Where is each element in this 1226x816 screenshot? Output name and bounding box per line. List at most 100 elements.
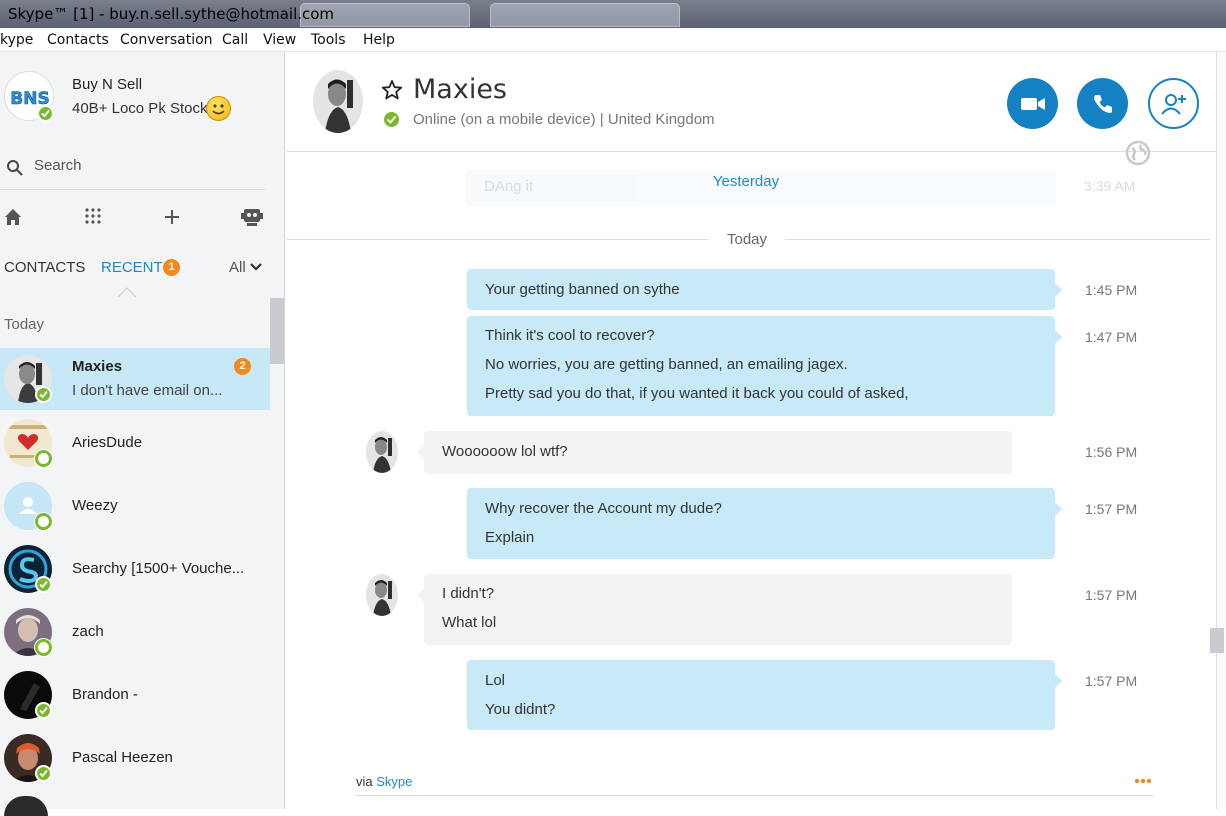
message-text: Explain (485, 529, 535, 546)
message-text: I didn't? (442, 585, 495, 602)
via-skype-link[interactable]: Skype (376, 774, 412, 789)
conversation-title: Maxies (413, 74, 507, 105)
unread-count-badge: 2 (234, 358, 251, 375)
message-bubble-outgoing[interactable]: Your getting banned on sythe (467, 269, 1062, 310)
background-tab (490, 3, 680, 27)
recent-count-badge: 1 (163, 259, 180, 276)
message-text: Lol (485, 672, 506, 689)
message-timestamp: 1:57 PM (1085, 501, 1138, 517)
add-icon[interactable] (161, 206, 185, 230)
message-timestamp: 1:45 PM (1085, 282, 1138, 298)
profile-mood[interactable]: 40B+ Loco Pk Stock (72, 100, 208, 117)
menu-tools[interactable]: Tools (311, 32, 346, 48)
online-status-icon (35, 765, 52, 782)
ghost-message-time: 3:39 AM (1084, 178, 1136, 194)
bot-icon[interactable] (240, 206, 264, 230)
online-status-icon (35, 576, 52, 593)
window-title-bar: Skype™ [1] - buy.n.sell.sythe@hotmail.co… (0, 0, 1226, 28)
scrollbar-track[interactable] (1216, 52, 1226, 809)
message-bubble-incoming[interactable]: I didn't? What lol (417, 574, 1012, 645)
message-text: What lol (442, 614, 497, 631)
contact-item-maxies[interactable]: Maxies I don't have email on... 2 (0, 348, 270, 410)
message-timestamp: 1:57 PM (1085, 587, 1138, 603)
ghost-message-text: DAng it (484, 178, 534, 195)
conversation-scrollbar-thumb[interactable] (1210, 628, 1224, 653)
search-input[interactable]: Search (34, 157, 82, 174)
smiley-emoticon-icon (206, 96, 231, 121)
contact-item-brandon[interactable]: Brandon - (0, 664, 270, 726)
search-box[interactable]: Search (0, 152, 265, 190)
menu-call[interactable]: Call (222, 32, 248, 48)
contact-name: Brandon - (72, 686, 138, 703)
contact-last-message: I don't have email on... (72, 382, 223, 399)
filter-dropdown[interactable]: All (229, 259, 262, 276)
contact-item-zach[interactable]: zach (0, 601, 270, 663)
home-icon[interactable] (2, 206, 26, 230)
online-status-icon (35, 702, 52, 719)
contact-name: Weezy (72, 497, 118, 514)
date-separator-yesterday: Yesterday (712, 173, 780, 190)
section-header-today: Today (4, 316, 45, 333)
menu-view[interactable]: View (263, 32, 296, 48)
message-text: No worries, you are getting banned, an e… (485, 356, 848, 373)
window-title: Skype™ [1] - buy.n.sell.sythe@hotmail.co… (8, 5, 335, 23)
tab-contacts[interactable]: CONTACTS (4, 259, 85, 276)
audio-call-button[interactable] (1077, 78, 1128, 129)
message-text: Pretty sad you do that, if you wanted it… (485, 385, 909, 402)
conversation-pane: Maxies Online (on a mobile device) | Uni… (286, 52, 1226, 809)
contact-name: AriesDude (72, 434, 143, 451)
message-text: You didnt? (485, 701, 556, 718)
contact-name: Pascal Heezen (72, 749, 173, 766)
message-text: Think it's cool to recover? (485, 327, 655, 344)
contact-name: Searchy [1500+ Vouche... (72, 560, 245, 577)
message-bubble-outgoing[interactable]: Lol You didnt? (467, 660, 1062, 730)
chevron-down-icon (250, 263, 262, 271)
globe-icon[interactable] (1124, 139, 1152, 167)
message-text: Woooooow lol wtf? (442, 443, 568, 460)
via-prefix: via (356, 774, 373, 789)
add-person-icon (1160, 93, 1186, 115)
away-status-icon (35, 450, 52, 467)
sender-avatar[interactable] (366, 431, 398, 473)
menu-conversation[interactable]: Conversation (120, 32, 213, 48)
conversation-header: Maxies Online (on a mobile device) | Uni… (286, 52, 1216, 152)
away-status-icon (35, 513, 52, 530)
contact-list-scrollbar[interactable] (270, 298, 284, 364)
message-bubble-incoming[interactable]: Woooooow lol wtf? (417, 431, 1012, 474)
message-timestamp: 1:47 PM (1085, 329, 1138, 345)
menu-bar: kype Contacts Conversation Call View Too… (0, 28, 1226, 52)
phone-icon (1093, 94, 1112, 113)
video-call-button[interactable] (1007, 78, 1058, 129)
sender-avatar[interactable] (366, 574, 398, 616)
contact-item-pascal-heezen[interactable]: Pascal Heezen (0, 727, 270, 789)
menu-skype[interactable]: kype (0, 32, 33, 48)
add-people-button[interactable] (1148, 78, 1199, 129)
contact-avatar-partial (4, 796, 48, 816)
away-status-icon (35, 639, 52, 656)
dialpad-icon[interactable] (82, 206, 106, 230)
contact-item-weezy[interactable]: Weezy (0, 475, 270, 537)
filter-label: All (229, 259, 246, 276)
online-status-icon (35, 386, 52, 403)
message-text: Your getting banned on sythe (485, 281, 680, 298)
more-options-icon[interactable] (1134, 778, 1152, 784)
contact-item-ariesdude[interactable]: AriesDude (0, 412, 270, 474)
contact-tabs: CONTACTS RECENT 1 All (0, 255, 270, 297)
menu-help[interactable]: Help (363, 32, 395, 48)
tab-recent[interactable]: RECENT (101, 259, 163, 276)
message-bubble-outgoing[interactable]: Why recover the Account my dude? Explain (467, 488, 1062, 559)
tab-indicator (118, 287, 136, 297)
message-bubble-outgoing[interactable]: Think it's cool to recover? No worries, … (467, 316, 1062, 416)
message-timestamp: 1:57 PM (1085, 673, 1138, 689)
via-skype-footer: via Skype (356, 774, 412, 789)
conversation-avatar[interactable] (313, 70, 363, 133)
sidebar-toolbar (0, 202, 270, 232)
compose-divider (354, 795, 1154, 796)
message-text: Why recover the Account my dude? (485, 500, 722, 517)
video-camera-icon (1020, 97, 1045, 110)
online-status-icon (384, 112, 399, 127)
favorite-star-icon[interactable] (381, 79, 403, 101)
contact-item-searchy[interactable]: Searchy [1500+ Vouche... (0, 538, 270, 600)
profile-name[interactable]: Buy N Sell (72, 76, 142, 93)
menu-contacts[interactable]: Contacts (47, 32, 109, 48)
